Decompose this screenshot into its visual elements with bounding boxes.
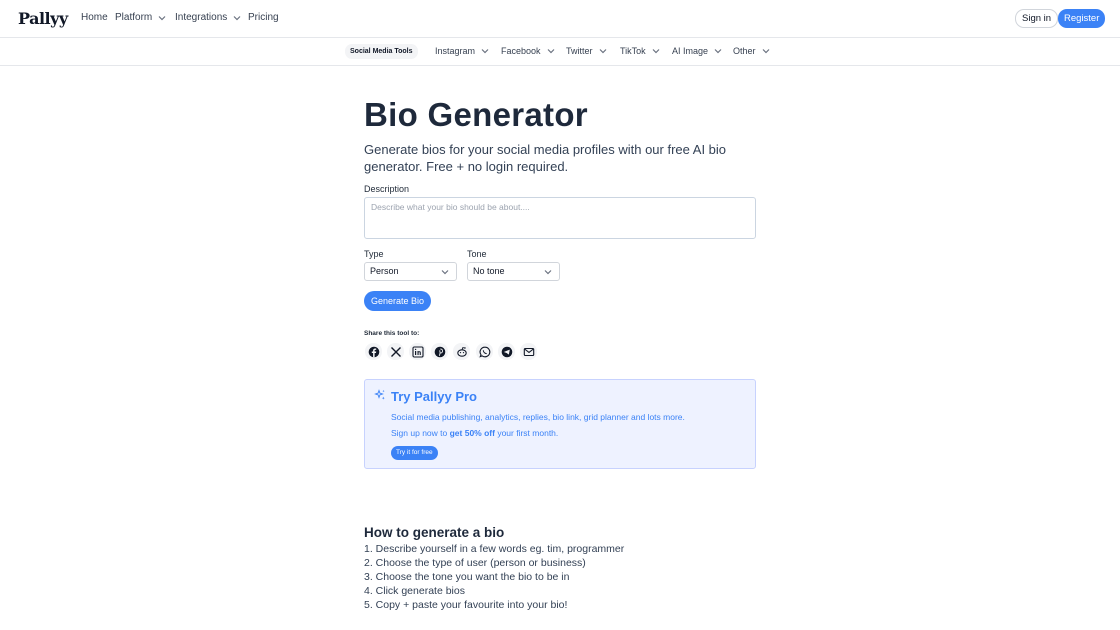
subnav-tiktok[interactable]: TikTok [620, 46, 661, 56]
nav-integrations[interactable]: Integrations [175, 12, 242, 23]
chevron-down-icon [440, 267, 450, 277]
subnav-twitter-label: Twitter [566, 46, 593, 56]
sign-in-button[interactable]: Sign in [1015, 9, 1059, 28]
register-button[interactable]: Register [1058, 9, 1106, 28]
subnav-facebook-label: Facebook [501, 46, 541, 56]
top-navbar: Pallyy Home Platform Integrations Pricin… [0, 0, 1120, 38]
telegram-icon[interactable] [498, 343, 515, 360]
page-subtitle: Generate bios for your social media prof… [364, 142, 727, 174]
promo-title: Try Pallyy Pro [391, 389, 477, 404]
chevron-down-icon [157, 13, 167, 23]
howto-steps-list: 1. Describe yourself in a few words eg. … [364, 542, 624, 612]
chevron-down-icon [543, 267, 553, 277]
promo-offer-suffix: your first month. [497, 428, 559, 438]
promo-offer-text: Sign up now to get 50% off your first mo… [391, 428, 558, 438]
subnav-instagram-label: Instagram [435, 46, 476, 56]
pinterest-icon[interactable] [431, 343, 448, 360]
page-title: Bio Generator [364, 96, 588, 133]
subnav-instagram[interactable]: Instagram [435, 46, 490, 56]
nav-pricing[interactable]: Pricing [248, 12, 279, 23]
x-icon[interactable] [387, 343, 404, 360]
description-label: Description [364, 184, 410, 194]
howto-step: 4. Click generate bios [364, 585, 465, 597]
tone-select-value: No tone [473, 266, 505, 276]
tone-select[interactable]: No tone [467, 262, 560, 281]
chevron-down-icon [651, 46, 661, 56]
nav-platform[interactable]: Platform [115, 12, 167, 23]
promo-offer-prefix: Sign up now to [391, 428, 448, 438]
subnav-ai-image[interactable]: AI Image [672, 46, 723, 56]
chevron-down-icon [713, 46, 723, 56]
subnav-twitter[interactable]: Twitter [566, 46, 608, 56]
nav-pricing-label: Pricing [248, 12, 279, 23]
description-input[interactable] [364, 197, 756, 239]
promo-offer-discount: get 50% off [449, 428, 495, 438]
subnav-ai-image-label: AI Image [672, 46, 709, 56]
nav-integrations-label: Integrations [175, 12, 228, 23]
subnav-other[interactable]: Other [733, 46, 771, 56]
pro-promo-card: Try Pallyy Pro Social media publishing, … [364, 379, 756, 469]
sparkles-icon [374, 389, 385, 400]
tone-label: Tone [467, 249, 487, 259]
linkedin-icon[interactable] [409, 343, 426, 360]
chevron-down-icon [761, 46, 771, 56]
type-select[interactable]: Person [364, 262, 457, 281]
subnav-other-label: Other [733, 46, 756, 56]
promo-features-text: Social media publishing, analytics, repl… [391, 412, 685, 422]
try-free-button[interactable]: Try it for free [391, 446, 438, 460]
facebook-icon[interactable] [365, 343, 382, 360]
nav-home-label: Home [81, 12, 108, 23]
nav-home[interactable]: Home [81, 12, 108, 23]
chevron-down-icon [546, 46, 556, 56]
howto-step: 5. Copy + paste your favourite into your… [364, 599, 568, 611]
reddit-icon[interactable] [453, 343, 470, 360]
nav-platform-label: Platform [115, 12, 153, 23]
howto-step: 3. Choose the tone you want the bio to b… [364, 571, 570, 583]
howto-step: 2. Choose the type of user (person or bu… [364, 557, 586, 569]
pallyy-logo[interactable]: Pallyy [18, 9, 68, 28]
subnav-social-media-tools[interactable]: Social Media Tools [345, 44, 418, 59]
tools-subnav: Social Media Tools Instagram Facebook Tw… [0, 38, 1120, 66]
generate-bio-button[interactable]: Generate Bio [364, 291, 432, 311]
whatsapp-icon[interactable] [476, 343, 493, 360]
subnav-tiktok-label: TikTok [620, 46, 646, 56]
chevron-down-icon [598, 46, 608, 56]
subnav-facebook[interactable]: Facebook [501, 46, 556, 56]
chevron-down-icon [232, 13, 242, 23]
type-label: Type [364, 249, 384, 259]
email-icon[interactable] [520, 343, 537, 360]
chevron-down-icon [480, 46, 490, 56]
type-select-value: Person [370, 266, 399, 276]
howto-heading: How to generate a bio [364, 525, 505, 540]
howto-step: 1. Describe yourself in a few words eg. … [364, 543, 625, 555]
share-label: Share this tool to: [364, 330, 420, 337]
